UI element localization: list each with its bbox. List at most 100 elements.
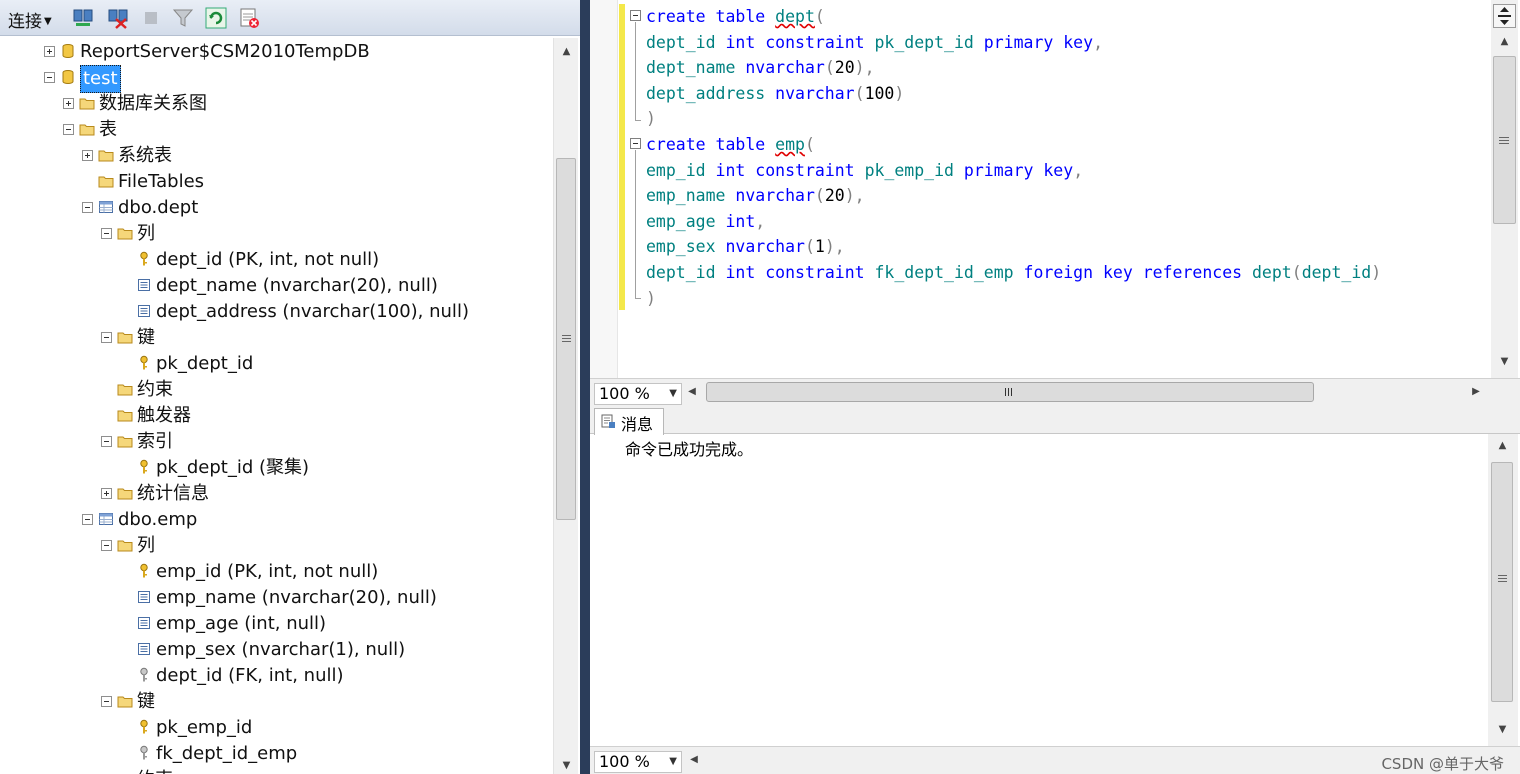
scroll-up-arrow[interactable]: ▲ (1492, 36, 1517, 47)
collapse-region-icon[interactable] (630, 138, 641, 149)
messages-zoom-select[interactable]: 100 % ▼ (594, 751, 682, 773)
horizontal-scrollbar-thumb[interactable] (706, 382, 1314, 402)
zoom-value: 100 % (599, 752, 650, 771)
object-explorer-toolbar: 连接 ▼ (0, 0, 580, 36)
scroll-right-arrow[interactable]: ▶ (1470, 386, 1482, 397)
scroll-up-arrow[interactable]: ▲ (1490, 440, 1515, 451)
tree-node[interactable]: 表 (0, 117, 552, 143)
tree-node[interactable]: pk_dept_id (聚集) (0, 455, 552, 481)
column-icon (136, 615, 152, 631)
scrollbar-thumb[interactable] (1491, 462, 1513, 702)
folder-icon (117, 433, 133, 449)
tree-node[interactable]: 列 (0, 221, 552, 247)
tree-node[interactable]: 键 (0, 689, 552, 715)
tree-node-label: 约束 (137, 379, 173, 400)
filter-icon[interactable] (172, 7, 194, 29)
expand-icon[interactable] (44, 46, 55, 57)
folder-icon (79, 95, 95, 111)
tree-node-label: dept_address (nvarchar(100), null) (156, 301, 469, 322)
tree-node[interactable]: 索引 (0, 429, 552, 455)
collapse-icon[interactable] (101, 436, 112, 447)
tree-node[interactable]: 统计信息 (0, 481, 552, 507)
tree-node[interactable]: dept_address (nvarchar(100), null) (0, 299, 552, 325)
tree-node-label: 统计信息 (137, 483, 209, 504)
tree-node-label: 键 (137, 691, 155, 712)
expand-icon[interactable] (82, 150, 93, 161)
collapse-icon[interactable] (44, 72, 55, 83)
results-pane: 消息 命令已成功完成。 ▲ ▼ 100 % ▼ ◀ CSDN @单于大爷 (590, 406, 1520, 774)
pane-splitter[interactable] (580, 0, 590, 774)
tree-node[interactable]: ReportServer$CSM2010TempDB (0, 39, 552, 65)
tree-node[interactable]: emp_age (int, null) (0, 611, 552, 637)
scroll-up-arrow[interactable]: ▲ (554, 46, 579, 57)
editor-zoom-select[interactable]: 100 % ▼ (594, 383, 682, 405)
tree-node-label: 约束 (137, 767, 173, 774)
expand-icon[interactable] (101, 488, 112, 499)
code-line: emp_age int, (646, 211, 766, 231)
tree-node[interactable]: 键 (0, 325, 552, 351)
column-icon (136, 641, 152, 657)
tree-node[interactable]: 列 (0, 533, 552, 559)
tree-node[interactable]: test (0, 65, 552, 93)
collapse-icon[interactable] (101, 696, 112, 707)
tree-node[interactable]: dept_id (PK, int, not null) (0, 247, 552, 273)
tree-node[interactable]: dept_id (FK, int, null) (0, 663, 552, 689)
tree-node[interactable]: dbo.dept (0, 195, 552, 221)
tree-node[interactable]: fk_dept_id_emp (0, 741, 552, 767)
collapse-icon[interactable] (63, 124, 74, 135)
tree-node[interactable]: pk_emp_id (0, 715, 552, 741)
collapse-icon[interactable] (82, 202, 93, 213)
query-editor[interactable]: create table dept(dept_id int constraint… (590, 0, 1520, 378)
tree-node-label: 列 (137, 223, 155, 244)
table-icon (98, 199, 114, 215)
collapse-icon[interactable] (101, 540, 112, 551)
folder-icon (117, 381, 133, 397)
connect-server-icon[interactable] (72, 7, 94, 29)
collapse-icon[interactable] (82, 514, 93, 525)
tree-node-label: dbo.emp (118, 509, 198, 530)
activity-monitor-icon[interactable] (238, 7, 260, 29)
split-window-button[interactable] (1493, 4, 1516, 28)
tree-node[interactable]: 约束 (0, 767, 552, 774)
collapse-icon[interactable] (101, 228, 112, 239)
code-line: emp_id int constraint pk_emp_id primary … (646, 160, 1084, 180)
stop-icon[interactable] (140, 7, 162, 29)
scroll-left-arrow[interactable]: ◀ (686, 386, 698, 397)
tree-node-label: pk_dept_id (聚集) (156, 457, 310, 478)
folder-icon (79, 121, 95, 137)
tree-node[interactable]: dbo.emp (0, 507, 552, 533)
scrollbar-thumb[interactable] (1493, 56, 1516, 224)
column-icon (136, 303, 152, 319)
tree-node[interactable]: emp_sex (nvarchar(1), null) (0, 637, 552, 663)
expand-icon[interactable] (63, 98, 74, 109)
messages-status-bar: 100 % ▼ ◀ CSDN @单于大爷 (590, 746, 1520, 774)
tree-node[interactable]: 约束 (0, 377, 552, 403)
tree-node[interactable]: 触发器 (0, 403, 552, 429)
tree-node[interactable]: emp_id (PK, int, not null) (0, 559, 552, 585)
database-icon (60, 43, 76, 59)
messages-vertical-scrollbar[interactable]: ▲ ▼ (1488, 434, 1518, 746)
tree-vertical-scrollbar[interactable]: ▲ ▼ (553, 38, 578, 774)
scrollbar-thumb[interactable] (556, 158, 576, 520)
collapse-icon[interactable] (101, 332, 112, 343)
refresh-icon[interactable] (205, 7, 227, 29)
connect-button[interactable]: 连接 ▼ (8, 7, 52, 32)
tree-node[interactable]: 数据库关系图 (0, 91, 552, 117)
tab-messages[interactable]: 消息 (594, 408, 664, 435)
tree-node[interactable]: dept_name (nvarchar(20), null) (0, 273, 552, 299)
tree-node[interactable]: 系统表 (0, 143, 552, 169)
scroll-down-arrow[interactable]: ▼ (1492, 356, 1517, 367)
scroll-left-arrow[interactable]: ◀ (688, 754, 700, 765)
tree-node-label: dept_id (PK, int, not null) (156, 249, 380, 270)
scroll-down-arrow[interactable]: ▼ (554, 760, 579, 771)
code-line: create table emp( (646, 135, 815, 154)
code-line: ) (646, 109, 656, 129)
tree-node[interactable]: pk_dept_id (0, 351, 552, 377)
tree-node[interactable]: emp_name (nvarchar(20), null) (0, 585, 552, 611)
disconnect-server-icon[interactable] (107, 7, 129, 29)
collapse-region-icon[interactable] (630, 10, 641, 21)
scroll-down-arrow[interactable]: ▼ (1490, 724, 1515, 735)
primary-key-icon (136, 251, 152, 267)
code-line: emp_name nvarchar(20), (646, 186, 865, 206)
tree-node[interactable]: FileTables (0, 169, 552, 195)
